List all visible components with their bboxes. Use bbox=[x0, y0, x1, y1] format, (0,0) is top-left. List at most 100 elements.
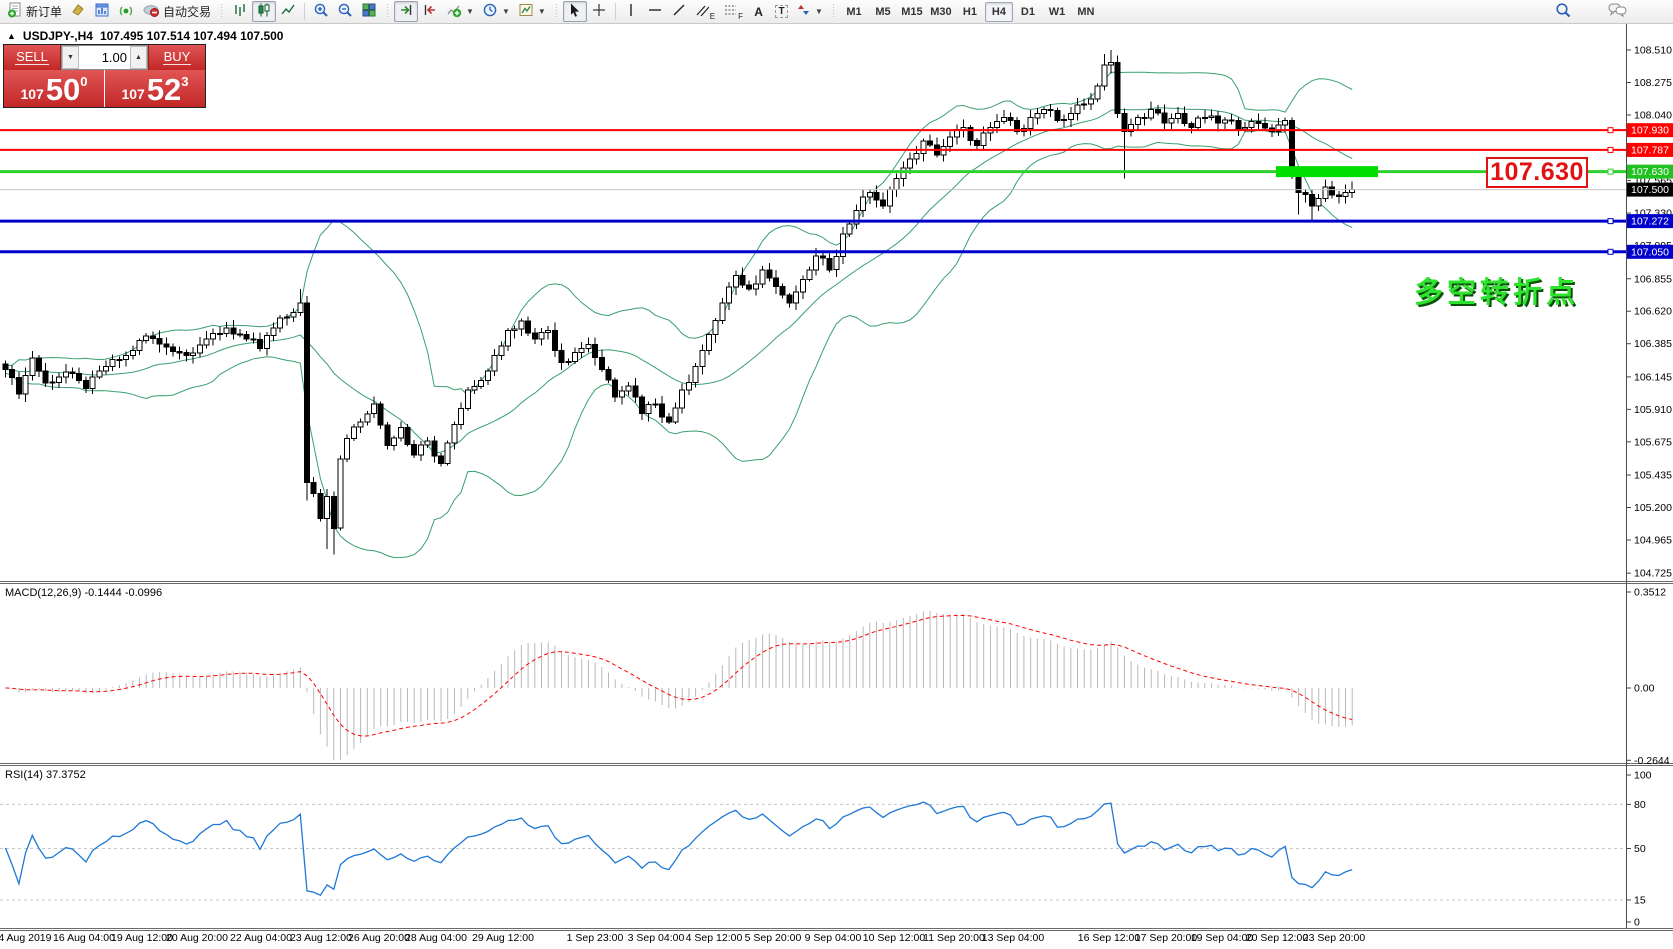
zoom-out-button[interactable] bbox=[333, 1, 357, 22]
volume-decrease-button[interactable]: ▼ bbox=[62, 46, 79, 69]
tf-button-m30[interactable]: M30 bbox=[927, 2, 955, 22]
horizontal-line-icon bbox=[647, 2, 663, 21]
hline-handle bbox=[1608, 219, 1613, 224]
time-axis-label: 13 Sep 04:00 bbox=[982, 932, 1045, 944]
buy-button-label: BUY bbox=[163, 50, 192, 65]
cursor-tool-button[interactable] bbox=[563, 1, 587, 22]
chart-canvas[interactable]: 108.510108.275108.040107.805107.565107.3… bbox=[0, 24, 1673, 949]
time-axis-label: 14 Aug 2019 bbox=[0, 932, 52, 944]
time-axis-label: 29 Aug 12:00 bbox=[472, 932, 534, 944]
zoom-out-icon bbox=[337, 2, 353, 21]
collapse-panel-arrow-icon[interactable]: ▲ bbox=[7, 32, 16, 41]
time-axis-label: 16 Sep 12:00 bbox=[1078, 932, 1141, 944]
chart-shift-button[interactable] bbox=[418, 1, 442, 22]
time-axis-label: 23 Sep 20:00 bbox=[1303, 932, 1366, 944]
fibonacci-tool-button[interactable]: F bbox=[719, 1, 747, 22]
tf-button-m15[interactable]: M15 bbox=[898, 2, 926, 22]
periods-button[interactable]: ▼ bbox=[478, 1, 514, 22]
bollinger-bands-layer bbox=[6, 72, 1353, 557]
tf-button-h1[interactable]: H1 bbox=[956, 2, 984, 22]
bar-chart-mode-button[interactable] bbox=[228, 1, 252, 22]
ohlc-values-text: 107.495 107.514 107.494 107.500 bbox=[100, 29, 284, 43]
channel-glyph: E bbox=[710, 12, 715, 21]
toolbar-grip bbox=[831, 4, 836, 19]
rsi-layer bbox=[0, 802, 1626, 900]
vertical-line-icon bbox=[624, 2, 638, 21]
zoom-in-button[interactable] bbox=[309, 1, 333, 22]
rsi-tick-label: 15 bbox=[1634, 894, 1646, 906]
market-depth-button[interactable] bbox=[66, 1, 90, 22]
line-chart-mode-button[interactable] bbox=[276, 1, 300, 22]
highlight-rectangle[interactable] bbox=[1276, 166, 1378, 177]
macd-tick-label: -0.2644 bbox=[1634, 755, 1670, 767]
crosshair-tool-button[interactable] bbox=[587, 1, 611, 22]
volume-input[interactable] bbox=[79, 46, 130, 69]
buy-button[interactable]: BUY bbox=[148, 45, 205, 70]
price-tick-label: 108.040 bbox=[1634, 109, 1672, 121]
templates-dropdown-caret[interactable]: ▼ bbox=[538, 7, 546, 16]
fibonacci-icon bbox=[723, 2, 737, 21]
tf-button-h4[interactable]: H4 bbox=[985, 2, 1013, 22]
time-axis-label: 19 Aug 12:00 bbox=[111, 932, 173, 944]
highlight-layer bbox=[1276, 166, 1378, 177]
time-axis: 14 Aug 201916 Aug 04:0019 Aug 12:0020 Au… bbox=[0, 932, 1365, 944]
svg-text:107.050: 107.050 bbox=[1631, 246, 1669, 258]
svg-text:107.930: 107.930 bbox=[1631, 125, 1669, 137]
tile-windows-button[interactable] bbox=[357, 1, 381, 22]
indicators-button[interactable]: ▼ bbox=[442, 1, 478, 22]
tf-button-d1[interactable]: D1 bbox=[1014, 2, 1042, 22]
sell-button[interactable]: SELL bbox=[4, 45, 61, 70]
signal-button[interactable] bbox=[114, 1, 138, 22]
buy-price-display[interactable]: 107 52 3 bbox=[105, 70, 205, 107]
time-axis-label: 9 Sep 04:00 bbox=[805, 932, 862, 944]
sell-price-display[interactable]: 107 50 0 bbox=[4, 70, 104, 107]
arrows-tool-button[interactable]: ▼ bbox=[793, 1, 827, 22]
trendline-tool-button[interactable] bbox=[667, 1, 691, 22]
timeframe-group: M1M5M15M30H1H4D1W1MN bbox=[840, 2, 1100, 22]
chat-button[interactable] bbox=[1604, 1, 1631, 22]
hline-handle bbox=[1608, 249, 1613, 254]
tf-button-m5[interactable]: M5 bbox=[869, 2, 897, 22]
price-tick-label: 106.385 bbox=[1634, 338, 1672, 350]
periods-dropdown-caret[interactable]: ▼ bbox=[502, 7, 510, 16]
equidistant-channel-tool-button[interactable]: E bbox=[691, 1, 719, 22]
text-label-icon: T bbox=[775, 5, 787, 18]
sell-price-prefix: 107 bbox=[20, 84, 43, 105]
main-toolbar: 新订单 自动交易 ▼ ▼ bbox=[0, 0, 1673, 24]
rsi-pane-label: RSI(14) 37.3752 bbox=[5, 769, 86, 781]
volume-increase-button[interactable]: ▲ bbox=[130, 46, 147, 69]
text-tool-button[interactable]: A bbox=[747, 1, 770, 22]
time-axis-label: 28 Aug 04:00 bbox=[405, 932, 467, 944]
tf-button-mn[interactable]: MN bbox=[1072, 2, 1100, 22]
horizontal-line-tool-button[interactable] bbox=[643, 1, 667, 22]
time-axis-label: 5 Sep 20:00 bbox=[745, 932, 802, 944]
new-order-button[interactable]: 新订单 bbox=[3, 1, 66, 22]
arrows-icon bbox=[797, 2, 811, 21]
price-level-callout[interactable]: 107.630 bbox=[1486, 157, 1588, 188]
tf-button-m1[interactable]: M1 bbox=[840, 2, 868, 22]
symbol-period-text: USDJPY-,H4 bbox=[23, 29, 93, 43]
auto-scroll-button[interactable] bbox=[394, 1, 418, 22]
price-tick-label: 106.855 bbox=[1634, 273, 1672, 285]
time-axis-label: 23 Aug 12:00 bbox=[290, 932, 352, 944]
toolbar-separator bbox=[304, 3, 305, 20]
toolbar-right-group bbox=[1551, 1, 1631, 22]
search-button[interactable] bbox=[1551, 1, 1576, 22]
price-tick-label: 105.675 bbox=[1634, 436, 1672, 448]
indicators-dropdown-caret[interactable]: ▼ bbox=[466, 7, 474, 16]
candlestick-mode-button[interactable] bbox=[252, 1, 276, 22]
toolbar-grip bbox=[385, 4, 390, 19]
autotrade-button[interactable]: 自动交易 bbox=[138, 1, 215, 22]
arrows-dropdown-caret[interactable]: ▼ bbox=[815, 7, 823, 16]
templates-button[interactable]: ▼ bbox=[514, 1, 550, 22]
text-label-tool-button[interactable]: T bbox=[770, 1, 793, 22]
buy-price-pip: 3 bbox=[181, 70, 188, 89]
search-icon bbox=[1555, 2, 1572, 22]
channel-icon bbox=[695, 2, 709, 21]
line-chart-icon bbox=[280, 2, 296, 21]
toolbar-grip bbox=[219, 4, 224, 19]
tf-button-w1[interactable]: W1 bbox=[1043, 2, 1071, 22]
charts-window-button[interactable] bbox=[90, 1, 114, 22]
vertical-line-tool-button[interactable] bbox=[620, 1, 643, 22]
time-axis-label: 1 Sep 23:00 bbox=[567, 932, 624, 944]
